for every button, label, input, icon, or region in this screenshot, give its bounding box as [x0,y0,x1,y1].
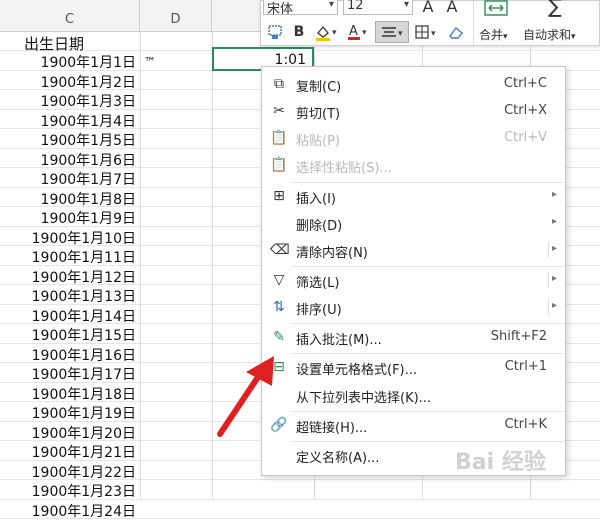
copy-icon: ⧉ [274,76,284,92]
menu-divider [548,242,549,258]
red-pointer-arrow-icon [217,356,274,437]
trademark-mark: ™ [144,55,156,69]
border-button[interactable]: ▾ [413,21,441,43]
svg-text:▾: ▾ [362,28,367,38]
column-header-d[interactable]: D [140,0,212,32]
date-cell[interactable]: 1900年1月13日 [0,286,140,306]
date-cell[interactable]: 1900年1月18日 [0,384,140,404]
date-cell[interactable]: 1900年1月14日 [0,306,140,326]
bold-button[interactable]: B [289,21,309,43]
date-cell[interactable]: 1900年1月3日 [0,91,140,111]
sigma-icon[interactable]: ∑ [543,0,567,18]
chevron-down-icon: ▾ [503,32,508,42]
date-cell[interactable]: 1900年1月16日 [0,345,140,365]
paste-special-icon: 📋 [270,157,288,173]
svg-text:▾: ▾ [398,29,403,39]
format-painter-button[interactable] [265,21,285,43]
fill-color-button[interactable]: ▾ [313,21,341,43]
menu-divider [548,272,549,288]
menu-item-insert-comment[interactable]: ✎ 插入批注(M)... Shift+F2 [262,324,565,350]
menu-item-pick-from-list[interactable]: 从下拉列表中选择(K)... [262,382,565,408]
date-cell[interactable]: 1900年1月21日 [0,442,140,462]
svg-text:▾: ▾ [332,28,337,38]
eraser-icon [449,26,463,39]
context-menu: ⧉ 复制(C) Ctrl+C ✂ 剪切(T) Ctrl+X 📋 粘贴(P) Ct… [261,66,566,476]
date-cell[interactable]: 1900年1月10日 [0,228,140,248]
menu-item-format-cells[interactable]: ⊟ 设置单元格格式(F)... Ctrl+1 [262,354,565,380]
svg-text:▾: ▾ [431,29,436,39]
date-cell[interactable]: 1900年1月11日 [0,247,140,267]
date-cell[interactable]: 1900年1月17日 [0,364,140,384]
date-cell[interactable]: 1900年1月5日 [0,130,140,150]
toolbar-divider [473,1,474,45]
autosum-label[interactable]: 自动求和▾ [523,26,576,43]
filter-icon: ▽ [273,272,285,288]
grid-line [140,32,141,500]
clear-format-button[interactable] [445,21,467,43]
menu-item-clear-contents[interactable]: ⌫ 清除内容(N) ▸ [262,237,565,263]
font-size-select[interactable]: 12 ▾ [343,0,413,15]
paste-icon: 📋 [270,130,288,146]
submenu-arrow-icon: ▸ [551,243,557,254]
mini-toolbar: 宋体 ▾ 12 ▾ A A B ▾ A ▾ ▾ ▾ 合并▾ ∑ 自动求和▾ [260,0,600,46]
date-cell[interactable]: 1900年1月24日 [0,501,140,521]
menu-item-paste-special[interactable]: 📋 选择性粘贴(S)... [262,152,565,178]
date-cell[interactable]: 1900年1月19日 [0,403,140,423]
merge-button[interactable] [483,0,509,19]
border-icon: ▾ [415,25,436,39]
format-painter-icon [268,25,282,39]
date-cell[interactable]: 1900年1月15日 [0,325,140,345]
date-cell[interactable]: 1900年1月20日 [0,423,140,443]
font-size-value: 12 [347,0,364,13]
date-cell[interactable]: 1900年1月7日 [0,169,140,189]
svg-text:A: A [349,24,358,39]
column-label-d: D [170,12,181,27]
date-cell[interactable]: 1900年1月8日 [0,189,140,209]
menu-item-hyperlink[interactable]: 🔗 超链接(H)... Ctrl+K [262,412,565,438]
fill-color-icon: ▾ [316,25,337,41]
align-center-icon: ▾ [382,27,403,39]
menu-item-insert[interactable]: ⊞ 插入(I) ▸ [262,183,565,209]
scissors-icon: ✂ [273,103,285,119]
menu-divider [548,299,549,315]
chevron-down-icon: ▾ [571,32,576,42]
merge-cells-icon [484,0,508,16]
date-cell[interactable]: 1900年1月12日 [0,267,140,287]
menu-item-paste[interactable]: 📋 粘贴(P) Ctrl+V [262,125,565,151]
font-color-icon: A ▾ [348,24,367,40]
date-cell[interactable]: 1900年1月2日 [0,72,140,92]
eraser-icon: ⌫ [270,242,290,258]
date-cell[interactable]: 1900年1月6日 [0,150,140,170]
submenu-arrow-icon: ▸ [551,273,557,284]
insert-icon: ⊞ [273,188,285,204]
merge-label[interactable]: 合并▾ [479,26,508,43]
date-column: 1900年1月1日 1900年1月2日 1900年1月3日 1900年1月4日 1900… [0,0,140,520]
submenu-arrow-icon: ▸ [551,216,557,227]
align-center-button[interactable]: ▾ [375,21,409,43]
date-cell[interactable]: 1900年1月1日 [0,52,140,72]
menu-item-sort[interactable]: ⇅ 排序(U) ▸ [262,294,565,320]
date-cell[interactable]: 1900年1月23日 [0,481,140,501]
sort-icon: ⇅ [273,299,285,315]
submenu-arrow-icon: ▸ [551,300,557,311]
font-name-value: 宋体 [267,2,294,17]
chevron-down-icon: ▾ [328,0,334,10]
chevron-down-icon: ▾ [403,0,409,10]
font-grow-button[interactable]: A [417,0,439,17]
menu-item-copy[interactable]: ⧉ 复制(C) Ctrl+C [262,71,565,97]
font-shrink-button[interactable]: A [441,0,463,17]
font-name-select[interactable]: 宋体 ▾ [263,0,338,17]
comment-icon: ✎ [273,329,285,345]
submenu-arrow-icon: ▸ [551,189,557,200]
font-color-button[interactable]: A ▾ [345,21,371,43]
column-header-e[interactable] [212,0,260,32]
menu-item-cut[interactable]: ✂ 剪切(T) Ctrl+X [262,98,565,124]
date-cell[interactable]: 1900年1月9日 [0,208,140,228]
menu-item-filter[interactable]: ▽ 筛选(L) ▸ [262,267,565,293]
date-cell[interactable]: 1900年1月4日 [0,111,140,131]
date-cell[interactable]: 1900年1月22日 [0,462,140,482]
menu-item-delete[interactable]: 删除(D) ▸ [262,210,565,236]
watermark-logo: Bai 经验 [455,450,546,475]
